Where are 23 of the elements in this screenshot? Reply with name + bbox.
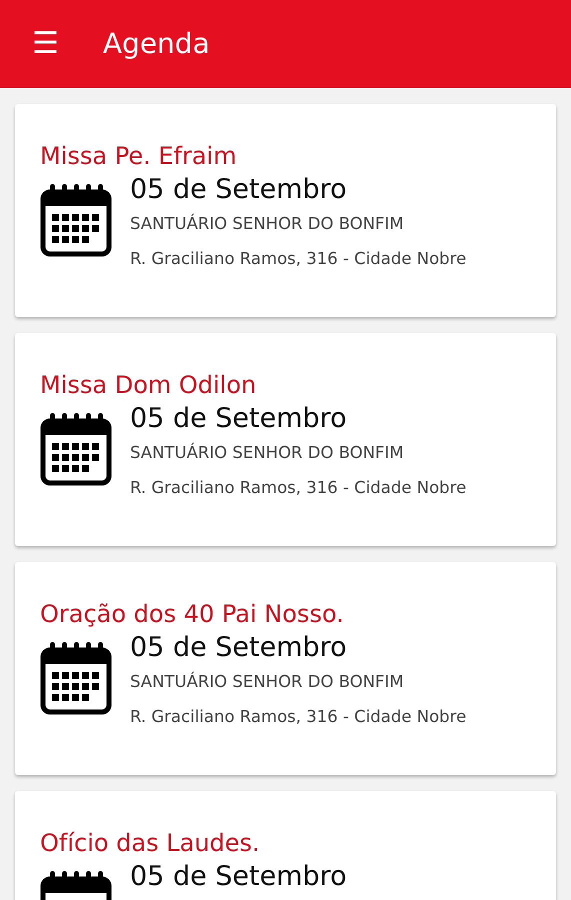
event-place: SANTUÁRIO SENHOR DO BONFIM xyxy=(130,670,405,694)
menu-button[interactable]: ☰ xyxy=(32,29,59,59)
event-date: 05 de Setembro xyxy=(130,632,348,664)
event-title: Missa Pe. Efraim xyxy=(40,141,238,172)
event-address: R. Graciliano Ramos, 316 - Cidade Nobre xyxy=(130,706,466,728)
event-date: 05 de Setembro xyxy=(130,861,347,894)
event-address: R. Graciliano Ramos, 316 - Cidade Nobre xyxy=(130,477,466,500)
event-card[interactable]: Oração dos 40 Pai Nosso. 05 de Setembro SANTUÁRIO SENHOR DO BONFIM R. Graciliano Ramos, 316 - Cidade Nobre xyxy=(15,562,556,775)
event-title: Ofício das Laudes. xyxy=(40,828,261,859)
event-title: Missa Dom Odilon xyxy=(40,370,258,401)
event-address: R. Graciliano Ramos, 316 - Cidade Nobre xyxy=(130,248,466,270)
event-card[interactable]: Missa Dom Odilon 05 de Setembro SANTUÁRIO SENHOR DO BONFIM R. Graciliano Ramos, 316 - Cidade Nobre xyxy=(15,333,556,546)
calendar-icon xyxy=(40,182,112,258)
event-title: Oração dos 40 Pai Nosso. xyxy=(40,599,345,630)
event-place: SANTUÁRIO SENHOR DO BONFIM xyxy=(130,212,405,236)
calendar-icon xyxy=(40,640,112,716)
event-place: SANTUÁRIO SENHOR DO BONFIM xyxy=(130,442,405,464)
event-date: 05 de Setembro xyxy=(130,403,348,436)
event-card[interactable]: Ofício das Laudes. 05 de Setembro xyxy=(15,791,556,900)
event-card[interactable]: Missa Pe. Efraim 05 de Setembro SANTUÁRIO SENHOR DO BONFIM R. Graciliano Ramos, 316 - Cidade Nobre xyxy=(15,104,556,317)
calendar-icon xyxy=(40,411,112,487)
event-date: 05 de Setembro xyxy=(130,174,348,206)
app-title: Agenda xyxy=(102,26,210,62)
